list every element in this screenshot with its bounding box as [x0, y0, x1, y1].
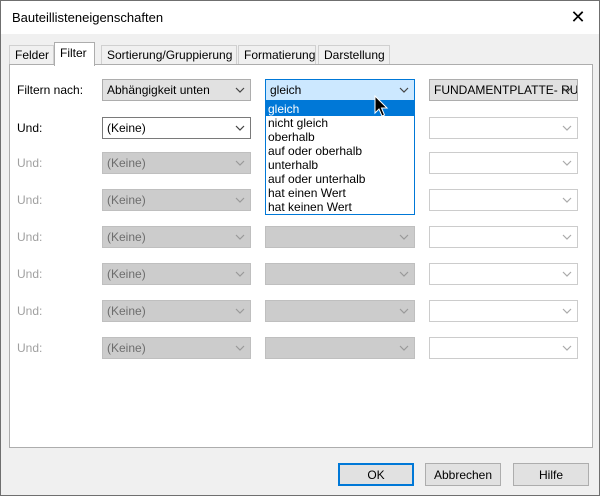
chevron-down-icon	[562, 307, 572, 315]
chevron-down-icon	[235, 196, 245, 204]
field-select[interactable]: (Keine)	[102, 117, 251, 139]
chevron-down-icon	[235, 270, 245, 278]
ok-button[interactable]: OK	[338, 463, 414, 486]
option-hat-einen-wert[interactable]: hat einen Wert	[266, 186, 414, 200]
chevron-down-icon	[562, 124, 572, 132]
field-select[interactable]: (Keine)	[102, 152, 251, 174]
window-title: Bauteillisteneigenschaften	[12, 10, 164, 25]
operator-select[interactable]	[265, 226, 415, 248]
chevron-down-icon	[562, 159, 572, 167]
value-select[interactable]	[429, 337, 578, 359]
chevron-down-icon	[399, 270, 409, 278]
chevron-down-icon	[399, 86, 409, 94]
value-select[interactable]	[429, 189, 578, 211]
mouse-pointer-icon	[374, 94, 390, 119]
tab-strip: Felder Filter Sortierung/Gruppierung For…	[9, 42, 593, 66]
filter-row-label: Und:	[17, 230, 43, 244]
tab-sortierung[interactable]: Sortierung/Gruppierung	[101, 45, 237, 65]
field-select[interactable]: (Keine)	[102, 226, 251, 248]
chevron-down-icon	[399, 344, 409, 352]
field-select-value: (Keine)	[107, 193, 146, 207]
tab-filter[interactable]: Filter	[54, 42, 95, 66]
field-select[interactable]: (Keine)	[102, 189, 251, 211]
field-select-value: (Keine)	[107, 230, 146, 244]
filter-row-label: Und:	[17, 156, 43, 170]
tab-darstellung[interactable]: Darstellung	[318, 45, 390, 65]
filter-row-label: Und:	[17, 267, 43, 281]
field-select-value: Abhängigkeit unten	[107, 83, 210, 97]
value-select[interactable]	[429, 152, 578, 174]
close-icon[interactable]: ✕	[565, 5, 591, 29]
filter-row-label: Filtern nach:	[17, 83, 84, 97]
chevron-down-icon	[562, 344, 572, 352]
value-select[interactable]	[429, 226, 578, 248]
value-select[interactable]: FUNDAMENTPLATTE- RU	[429, 79, 578, 101]
filter-row-label: Und:	[17, 304, 43, 318]
cancel-button[interactable]: Abbrechen	[425, 463, 501, 486]
field-select-value: (Keine)	[107, 156, 146, 170]
field-select[interactable]: Abhängigkeit unten	[102, 79, 251, 101]
tab-formatierung[interactable]: Formatierung	[238, 45, 316, 65]
chevron-down-icon	[235, 344, 245, 352]
filter-row-label: Und:	[17, 341, 43, 355]
filter-row-label: Und:	[17, 193, 43, 207]
field-select-value: (Keine)	[107, 304, 146, 318]
value-select[interactable]	[429, 300, 578, 322]
field-select[interactable]: (Keine)	[102, 337, 251, 359]
title-bar: Bauteillisteneigenschaften ✕	[1, 1, 599, 34]
option-gleich[interactable]: gleich	[266, 102, 414, 116]
filter-row-label: Und:	[17, 121, 43, 135]
chevron-down-icon	[235, 233, 245, 241]
operator-select[interactable]	[265, 337, 415, 359]
field-select-value: (Keine)	[107, 341, 146, 355]
value-select[interactable]	[429, 117, 578, 139]
chevron-down-icon	[235, 307, 245, 315]
chevron-down-icon	[235, 124, 245, 132]
option-unterhalb[interactable]: unterhalb	[266, 158, 414, 172]
operator-select[interactable]	[265, 300, 415, 322]
chevron-down-icon	[562, 196, 572, 204]
operator-select-value: gleich	[270, 83, 302, 97]
operator-select[interactable]: gleich	[265, 79, 415, 101]
option-oberhalb[interactable]: oberhalb	[266, 130, 414, 144]
chevron-down-icon	[399, 307, 409, 315]
chevron-down-icon	[562, 86, 572, 94]
field-select[interactable]: (Keine)	[102, 263, 251, 285]
tab-felder[interactable]: Felder	[9, 45, 54, 65]
field-select[interactable]: (Keine)	[102, 300, 251, 322]
option-hat-keinen-wert[interactable]: hat keinen Wert	[266, 200, 414, 214]
value-select-value: FUNDAMENTPLATTE- RU	[434, 83, 578, 97]
option-auf-oder-oberhalb[interactable]: auf oder oberhalb	[266, 144, 414, 158]
chevron-down-icon	[399, 233, 409, 241]
chevron-down-icon	[562, 270, 572, 278]
option-nicht-gleich[interactable]: nicht gleich	[266, 116, 414, 130]
value-select[interactable]	[429, 263, 578, 285]
option-auf-oder-unterhalb[interactable]: auf oder unterhalb	[266, 172, 414, 186]
chevron-down-icon	[235, 86, 245, 94]
chevron-down-icon	[562, 233, 572, 241]
operator-select[interactable]	[265, 263, 415, 285]
help-button[interactable]: Hilfe	[513, 463, 589, 486]
operator-dropdown-list[interactable]: gleich nicht gleich oberhalb auf oder ob…	[265, 101, 415, 215]
dialog-window: Bauteillisteneigenschaften ✕ Felder Filt…	[0, 0, 600, 496]
field-select-value: (Keine)	[107, 121, 146, 135]
chevron-down-icon	[235, 159, 245, 167]
field-select-value: (Keine)	[107, 267, 146, 281]
